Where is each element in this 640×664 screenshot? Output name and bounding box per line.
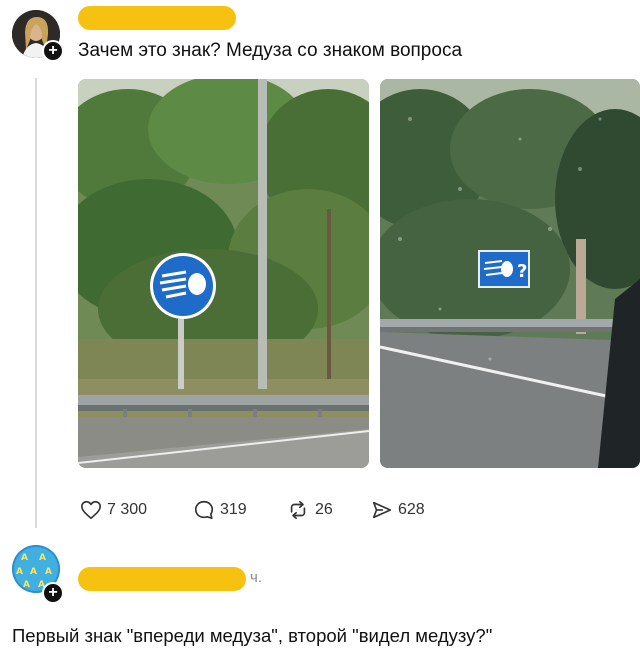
repost-icon — [290, 500, 306, 520]
reply-author-name-redacted — [78, 567, 246, 591]
post-actions: 7 300 319 26 628 — [78, 497, 458, 523]
share-count: 628 — [398, 501, 425, 518]
share-icon — [372, 501, 392, 519]
comment-icon — [194, 500, 214, 520]
reply-follow-plus-icon[interactable]: + — [42, 582, 64, 604]
svg-text:A: A — [39, 553, 46, 563]
reply-text: Первый знак "впереди медуза", второй "ви… — [12, 625, 493, 646]
repost-count: 26 — [315, 501, 333, 518]
reply-button[interactable]: 319 — [193, 497, 247, 523]
svg-text:A: A — [45, 567, 52, 577]
heart-icon — [81, 500, 101, 520]
svg-text:A: A — [21, 553, 28, 563]
sign-photo-clear[interactable] — [78, 79, 369, 468]
follow-plus-icon[interactable]: + — [42, 40, 64, 62]
like-button[interactable]: 7 300 — [80, 497, 147, 523]
share-button[interactable]: 628 — [371, 497, 425, 523]
reply-time-suffix: ч. — [250, 569, 262, 586]
reply-count: 319 — [220, 501, 247, 518]
svg-text:A: A — [23, 580, 30, 590]
thread-line — [35, 78, 37, 528]
author-name-redacted — [78, 6, 236, 30]
svg-text:?: ? — [517, 261, 527, 282]
post-text: Зачем это знак? Медуза со знаком вопроса — [78, 40, 463, 61]
svg-text:A: A — [30, 567, 37, 577]
repost-button[interactable]: 26 — [286, 497, 333, 523]
sign-photo-question[interactable]: ? — [380, 79, 640, 468]
svg-text:A: A — [16, 567, 23, 577]
like-count: 7 300 — [107, 501, 148, 518]
